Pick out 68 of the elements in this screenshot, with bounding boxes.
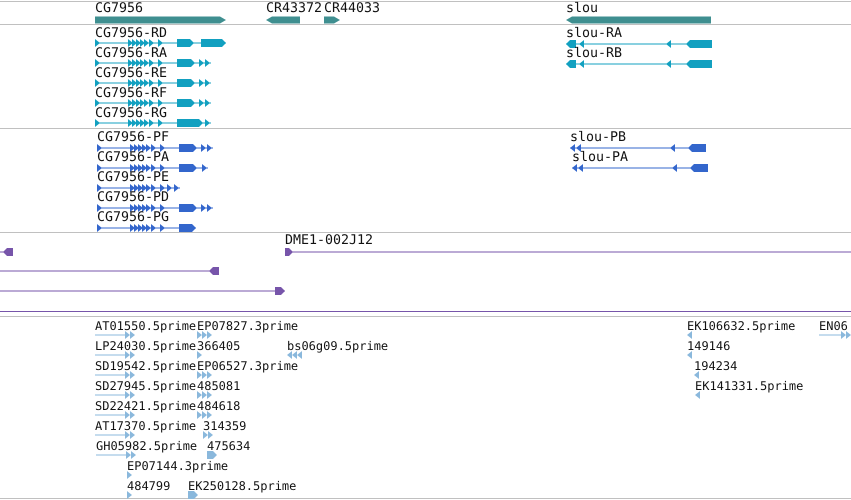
- feature-label: CR44033: [324, 2, 380, 16]
- feature-label: CG7956-RD: [95, 27, 168, 41]
- transcript-glyph[interactable]: [566, 59, 712, 69]
- feature-label: CG7956-RG: [95, 107, 168, 121]
- feature-label: AT17370.5prime: [95, 420, 196, 432]
- feature-label: CR43372: [266, 2, 322, 16]
- feature-label: AT01550.5prime: [95, 320, 196, 332]
- gene-glyph[interactable]: [566, 15, 711, 25]
- feature-label: EN06: [819, 320, 848, 332]
- transcript-glyph[interactable]: [95, 58, 211, 68]
- feature-label: CG7956-PE: [97, 171, 170, 185]
- feature-label: slou-PB: [570, 131, 626, 145]
- feature-label: CG7956-RA: [95, 47, 168, 61]
- feature-label: slou: [566, 2, 598, 16]
- est-glyph[interactable]: [687, 350, 692, 360]
- clone-glyph[interactable]: [0, 286, 285, 296]
- protein-glyph[interactable]: [97, 203, 213, 213]
- feature-label: slou-RB: [566, 47, 622, 61]
- est-glyph[interactable]: [197, 350, 202, 360]
- clone-glyph[interactable]: [0, 247, 13, 257]
- feature-label: CG7956-RF: [95, 87, 168, 101]
- feature-label: EP06527.3prime: [197, 360, 298, 372]
- transcript-glyph[interactable]: [95, 118, 211, 128]
- feature-label: CG7956-RE: [95, 67, 168, 81]
- protein-glyph[interactable]: [97, 183, 180, 193]
- feature-label: 194234: [694, 360, 738, 372]
- feature-label: SD19542.5prime: [95, 360, 196, 372]
- feature-label: 475634: [207, 440, 250, 452]
- feature-label: GH05982.5prime: [96, 440, 198, 452]
- feature-label: LP24030.5prime: [95, 340, 196, 352]
- est-glyph[interactable]: [197, 390, 212, 400]
- transcript-glyph[interactable]: [95, 78, 211, 88]
- feature-label: EK250128.5prime: [188, 480, 296, 492]
- protein-glyph[interactable]: [97, 163, 208, 173]
- feature-label: 314359: [203, 420, 246, 432]
- gene-glyph[interactable]: [95, 15, 226, 25]
- feature-label: EK141331.5prime: [695, 380, 804, 392]
- est-glyph[interactable]: [197, 410, 212, 420]
- transcript-glyph[interactable]: [95, 38, 226, 48]
- feature-label: EK106632.5prime: [687, 320, 796, 332]
- feature-label: CG7956-PG: [97, 211, 170, 225]
- est-glyph[interactable]: [694, 370, 699, 380]
- feature-label: 149146: [687, 340, 730, 352]
- clone-glyph[interactable]: [0, 266, 219, 276]
- feature-label: CG7956-PD: [97, 191, 170, 205]
- gene-glyph[interactable]: [266, 15, 300, 25]
- est-glyph[interactable]: [203, 430, 213, 440]
- feature-label: CG7956-PA: [97, 151, 170, 165]
- feature-label: slou-RA: [566, 27, 622, 41]
- feature-label: DME1-002J12: [285, 234, 374, 248]
- feature-label: 485081: [197, 380, 240, 392]
- est-glyph[interactable]: [207, 450, 217, 460]
- est-glyph[interactable]: [819, 330, 851, 340]
- feature-label: slou-PA: [572, 151, 628, 165]
- clone-glyph[interactable]: [285, 247, 851, 257]
- feature-label: EP07144.3prime: [127, 460, 228, 472]
- feature-label: CG7956: [95, 2, 144, 16]
- gene-glyph[interactable]: [324, 15, 340, 25]
- feature-label: 366405: [197, 340, 240, 352]
- protein-glyph[interactable]: [97, 143, 213, 153]
- feature-label: 484618: [197, 400, 240, 412]
- feature-label: SD27945.5prime: [95, 380, 196, 392]
- feature-label: 484799: [127, 480, 170, 492]
- transcript-glyph[interactable]: [95, 98, 211, 108]
- feature-label: CG7956-PF: [97, 131, 170, 145]
- feature-label: bs06g09.5prime: [287, 340, 388, 352]
- feature-label: SD22421.5prime: [95, 400, 196, 412]
- feature-label: EP07827.3prime: [197, 320, 298, 332]
